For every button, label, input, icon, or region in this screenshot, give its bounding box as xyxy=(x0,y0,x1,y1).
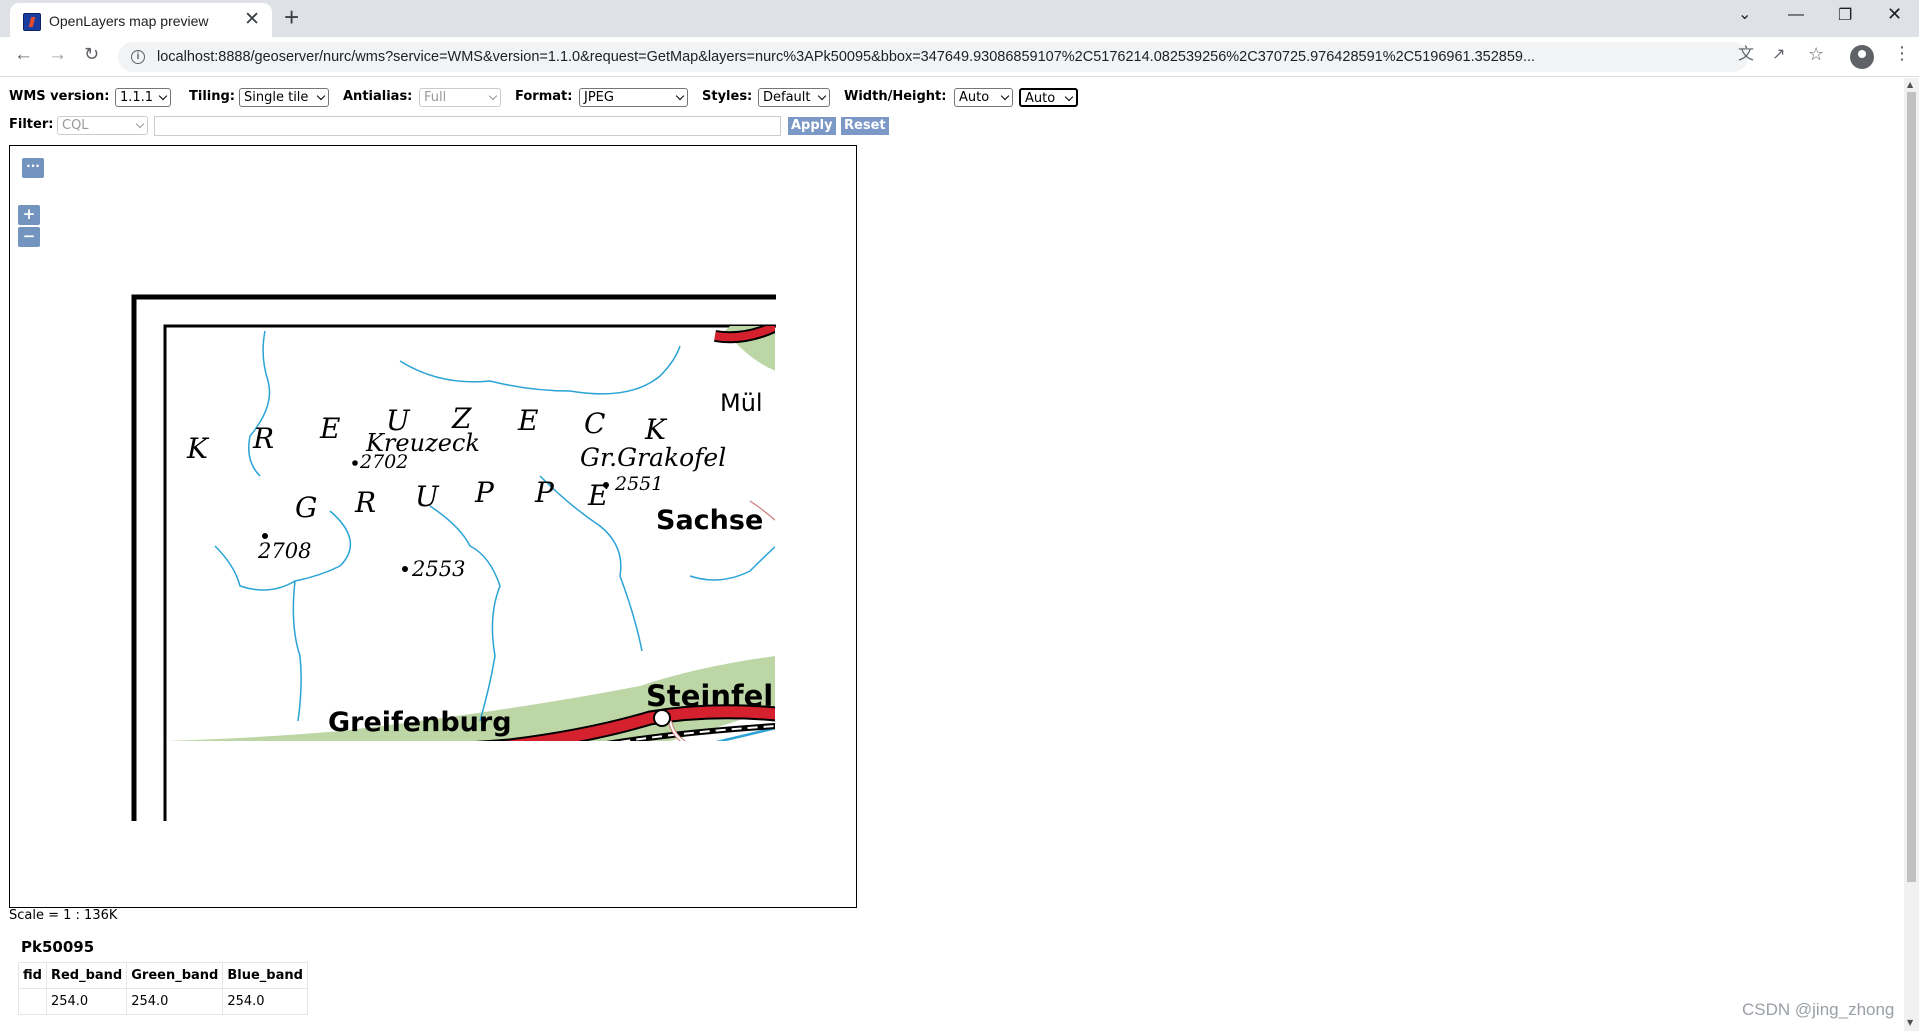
feature-layer-title: Pk50095 xyxy=(21,938,95,956)
map-sheet-inner-border xyxy=(163,324,795,821)
map-label-sachse: Sachse xyxy=(656,505,763,536)
map-label-letter: G xyxy=(295,491,317,524)
height-select[interactable]: Auto xyxy=(1019,88,1078,107)
map-label-letter: U xyxy=(415,480,440,513)
tab-title: OpenLayers map preview xyxy=(49,13,209,29)
styles-label: Styles: xyxy=(702,89,753,104)
wms-version-select[interactable]: 1.1.1 xyxy=(115,88,171,107)
dellach-town-marker xyxy=(281,772,295,786)
map-label-2702: 2702 xyxy=(359,451,408,473)
forward-icon[interactable]: → xyxy=(48,45,67,64)
map-label-letter: K xyxy=(186,432,210,465)
column-header: fid xyxy=(18,962,47,989)
apply-button[interactable]: Apply xyxy=(788,117,836,135)
peak-2702-marker xyxy=(352,460,358,466)
filter-label: Filter: xyxy=(9,117,54,132)
secondary-road xyxy=(505,748,610,816)
table-cell xyxy=(18,988,47,1015)
scroll-up-icon[interactable]: ▲ xyxy=(1907,80,1913,89)
map-label-letter: E xyxy=(587,479,608,512)
map-label-letter: P xyxy=(474,476,495,509)
scale-readout: Scale = 1 : 136K xyxy=(9,908,118,923)
back-icon[interactable]: ← xyxy=(14,45,33,64)
antialias-select[interactable]: Full xyxy=(419,88,501,107)
map-label-dellach: Dellach xyxy=(198,739,295,769)
map-label-2708: 2708 xyxy=(257,539,311,563)
table-cell: 254.0 xyxy=(222,988,308,1015)
translate-icon[interactable]: 文 xyxy=(1738,47,1754,63)
map-label-steinfeld: Steinfel xyxy=(646,679,773,713)
width-height-label: Width/Height: xyxy=(844,89,947,104)
geoserver-favicon-icon xyxy=(23,13,41,31)
scroll-down-icon[interactable]: ▼ xyxy=(1907,1018,1913,1027)
info-icon[interactable]: i xyxy=(131,50,145,64)
filter-type-select[interactable]: CQL xyxy=(57,116,148,135)
column-header: Green_band xyxy=(126,962,224,989)
minimize-icon[interactable]: — xyxy=(1788,6,1804,24)
feature-info-table: fid Red_band Green_band Blue_band 254.0 … xyxy=(18,962,308,1015)
watermark: CSDN @jing_zhong xyxy=(1742,1000,1895,1019)
map-label-letter: R xyxy=(252,422,274,455)
format-label: Format: xyxy=(515,89,573,104)
reset-button[interactable]: Reset xyxy=(841,117,889,135)
map-label-greifenburg: Greifenburg xyxy=(328,707,512,738)
reload-icon[interactable]: ↻ xyxy=(84,45,99,63)
table-cell: 254.0 xyxy=(45,988,128,1015)
map-label-letter: E xyxy=(517,404,538,437)
tiling-label: Tiling: xyxy=(189,89,235,104)
styles-select[interactable]: Default xyxy=(758,88,830,107)
antialias-label: Antialias: xyxy=(343,89,413,104)
greifenburg-town-marker xyxy=(497,743,513,759)
map-image: K R E U Z E C K G R U P P E Kreuzeck 270… xyxy=(131,146,856,907)
star-icon[interactable]: ☆ xyxy=(1808,45,1824,63)
new-tab-icon[interactable]: + xyxy=(284,4,299,30)
url-text[interactable]: localhost:8888/geoserver/nurc/wms?servic… xyxy=(157,49,1737,65)
profile-icon[interactable] xyxy=(1850,45,1874,69)
map-label-letter: E xyxy=(319,412,340,445)
browser-toolbar: ← → ↻ i localhost:8888/geoserver/nurc/wm… xyxy=(0,37,1919,77)
menu-icon[interactable]: ⋮ xyxy=(1893,44,1911,62)
column-header: Blue_band xyxy=(222,962,308,989)
wms-version-label: WMS version: xyxy=(9,89,110,104)
map-viewport[interactable]: ··· + − K R E U Z E C K G R U P P E Kreu… xyxy=(9,145,857,908)
map-label-g: G xyxy=(745,804,764,832)
map-label-drau: Drau xyxy=(204,801,263,827)
scroll-thumb[interactable] xyxy=(1907,92,1916,882)
table-header-row: fid Red_band Green_band Blue_band xyxy=(18,962,308,989)
browser-tab[interactable]: OpenLayers map preview ✕ xyxy=(10,3,272,37)
map-label-grakofel: Gr.Grakofel xyxy=(580,443,726,472)
map-label-2551: 2551 xyxy=(614,473,663,495)
tab-close-icon[interactable]: ✕ xyxy=(244,10,260,29)
tab-search-icon[interactable]: ⌄ xyxy=(1738,4,1751,24)
map-label-letter: K xyxy=(644,413,668,446)
map-label-2553: 2553 xyxy=(411,557,465,581)
tiling-select[interactable]: Single tile xyxy=(239,88,329,107)
restore-icon[interactable]: ❐ xyxy=(1838,5,1852,25)
width-select[interactable]: Auto xyxy=(954,88,1013,107)
table-row: 254.0 254.0 254.0 xyxy=(18,988,308,1015)
peak-2553-marker xyxy=(402,566,408,572)
page-content: WMS version: 1.1.1 Tiling: Single tile A… xyxy=(0,78,1919,1031)
map-label-mul: Mül xyxy=(720,389,763,417)
browser-tabstrip: OpenLayers map preview ✕ + ⌄ — ❐ ✕ xyxy=(0,0,1919,37)
map-label-letter: R xyxy=(354,486,376,519)
map-label-letter: C xyxy=(584,407,605,440)
share-icon[interactable]: ↗ xyxy=(1772,47,1785,63)
close-window-icon[interactable]: ✕ xyxy=(1887,4,1902,25)
format-select[interactable]: JPEG xyxy=(579,88,688,107)
column-header: Red_band xyxy=(45,962,128,989)
filter-input[interactable] xyxy=(154,116,781,136)
vertical-scrollbar[interactable]: ▲ ▼ xyxy=(1904,78,1919,1031)
map-label-letter: P xyxy=(534,476,555,509)
table-cell: 254.0 xyxy=(126,988,224,1015)
address-bar[interactable]: i localhost:8888/geoserver/nurc/wms?serv… xyxy=(118,42,1748,72)
